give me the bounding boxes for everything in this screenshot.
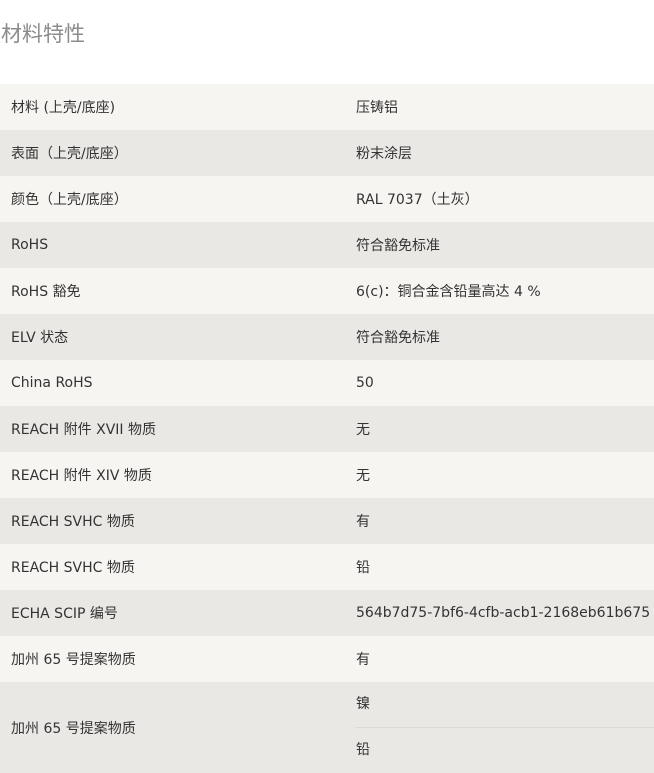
row-value: 铅	[355, 544, 654, 590]
table-row: REACH 附件 XIV 物质 无	[0, 452, 654, 498]
row-label: REACH SVHC 物质	[0, 544, 355, 590]
table-row: 加州 65 号提案物质 有	[0, 636, 654, 682]
table-row: 颜色（上壳/底座） RAL 7037（土灰）	[0, 176, 654, 222]
row-label: China RoHS	[0, 360, 355, 406]
row-value-group: 镍 铅	[355, 682, 654, 773]
row-value: 粉末涂层	[355, 130, 654, 176]
row-label: 材料 (上壳/底座)	[0, 84, 355, 130]
row-value: 镍	[356, 696, 370, 712]
row-label: ELV 状态	[0, 314, 355, 360]
row-value: 无	[355, 452, 654, 498]
row-label: 颜色（上壳/底座）	[0, 176, 355, 222]
row-value: 符合豁免标准	[355, 222, 654, 268]
row-label: RoHS 豁免	[0, 268, 355, 314]
table-row: RoHS 豁免 6(c)：铜合金含铅量高达 4 %	[0, 268, 654, 314]
table-row: REACH SVHC 物质 有	[0, 498, 654, 544]
material-properties-table: 材料 (上壳/底座) 压铸铝 表面（上壳/底座） 粉末涂层 颜色（上壳/底座） …	[0, 84, 654, 773]
row-value: 无	[355, 406, 654, 452]
table-row: 表面（上壳/底座） 粉末涂层	[0, 130, 654, 176]
row-value: 铅	[355, 727, 654, 773]
row-label: 加州 65 号提案物质	[0, 636, 355, 682]
table-row: ELV 状态 符合豁免标准	[0, 314, 654, 360]
row-label: RoHS	[0, 222, 355, 268]
page-title: 材料特性	[1, 22, 85, 46]
row-value: 有	[355, 498, 654, 544]
row-value: 有	[355, 636, 654, 682]
row-label: 表面（上壳/底座）	[0, 130, 355, 176]
row-label: ECHA SCIP 编号	[0, 590, 355, 636]
table-row: China RoHS 50	[0, 360, 654, 406]
table-row: 加州 65 号提案物质 镍 铅	[0, 682, 654, 773]
row-value: 50	[355, 360, 654, 406]
row-value: 6(c)：铜合金含铅量高达 4 %	[355, 268, 654, 314]
row-value: 564b7d75-7bf6-4cfb-acb1-2168eb61b675	[355, 590, 654, 636]
table-row: 材料 (上壳/底座) 压铸铝	[0, 84, 654, 130]
row-value: 符合豁免标准	[355, 314, 654, 360]
row-label: REACH 附件 XVII 物质	[0, 406, 355, 452]
table-row: RoHS 符合豁免标准	[0, 222, 654, 268]
row-label: REACH 附件 XIV 物质	[0, 452, 355, 498]
row-label: 加州 65 号提案物质	[0, 682, 355, 773]
row-value: 压铸铝	[355, 84, 654, 130]
table-row: REACH 附件 XVII 物质 无	[0, 406, 654, 452]
row-label: REACH SVHC 物质	[0, 498, 355, 544]
table-row: ECHA SCIP 编号 564b7d75-7bf6-4cfb-acb1-216…	[0, 590, 654, 636]
row-value: RAL 7037（土灰）	[355, 176, 654, 222]
table-row: REACH SVHC 物质 铅	[0, 544, 654, 590]
